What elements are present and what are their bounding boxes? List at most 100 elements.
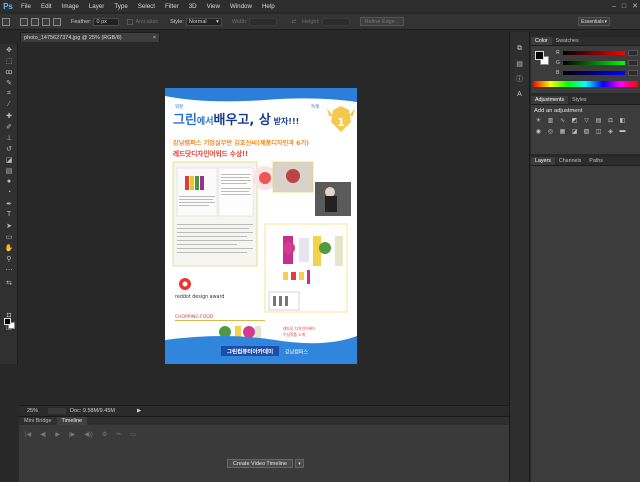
properties-panel-icon[interactable]: ▤ <box>514 59 526 69</box>
green-track[interactable] <box>563 61 625 65</box>
pen-tool-icon[interactable]: ✒ <box>0 198 18 209</box>
color-spectrum-bar[interactable] <box>533 81 638 87</box>
maximize-button[interactable]: □ <box>622 3 626 10</box>
menu-help[interactable]: Help <box>257 3 280 10</box>
zoom-level[interactable]: 25% <box>27 408 38 414</box>
red-value-box[interactable] <box>628 50 638 56</box>
menu-select[interactable]: Select <box>133 3 160 10</box>
menu-type[interactable]: Type <box>109 3 132 10</box>
hand-tool-icon[interactable]: ✋ <box>0 242 18 253</box>
menu-filter[interactable]: Filter <box>160 3 184 10</box>
photo-filter-icon[interactable]: ◉ <box>534 127 543 135</box>
blue-track[interactable] <box>563 71 625 75</box>
menu-image[interactable]: Image <box>57 3 84 10</box>
menu-view[interactable]: View <box>202 3 225 10</box>
transition-icon[interactable]: ▭ <box>130 431 136 438</box>
marquee-tool-icon[interactable]: ⬚ <box>0 55 18 66</box>
history-brush-icon[interactable]: ↺ <box>0 143 18 154</box>
previous-frame-icon[interactable]: ◀| <box>40 431 46 438</box>
clone-stamp-icon[interactable]: ⊥ <box>0 132 18 143</box>
swap-dimensions-icon[interactable]: ⇄ <box>291 19 296 25</box>
shape-tool-icon[interactable]: ▭ <box>0 231 18 242</box>
timeline-type-dropdown[interactable]: ▾ <box>295 459 304 468</box>
selective-color-icon[interactable]: ◈ <box>606 127 615 135</box>
more-tools-icon[interactable]: ⋯ <box>0 264 18 275</box>
close-tab-icon[interactable]: × <box>153 35 156 41</box>
red-track[interactable] <box>563 51 625 55</box>
vibrance-icon[interactable]: ▽ <box>582 116 591 124</box>
levels-icon[interactable]: ▥ <box>546 116 555 124</box>
style-select[interactable]: Normal ▾ <box>185 17 222 26</box>
tab-mini-bridge[interactable]: Mini Bridge <box>19 417 57 425</box>
healing-brush-icon[interactable]: ✚ <box>0 110 18 121</box>
tab-color[interactable]: Color <box>531 37 552 45</box>
eraser-tool-icon[interactable]: ◪ <box>0 154 18 165</box>
intersect-selection-icon[interactable] <box>53 17 61 26</box>
blue-value-box[interactable] <box>628 70 638 76</box>
subtract-selection-icon[interactable] <box>42 17 50 26</box>
move-tool-icon[interactable]: ✥ <box>0 44 18 55</box>
minimize-button[interactable]: – <box>612 3 616 10</box>
blur-tool-icon[interactable]: ● <box>0 176 18 187</box>
curves-icon[interactable]: ∿ <box>558 116 567 124</box>
tab-styles[interactable]: Styles <box>568 96 590 104</box>
green-slider[interactable]: G <box>556 59 640 67</box>
height-input[interactable] <box>321 17 350 26</box>
settings-icon[interactable]: ⚙ <box>102 431 107 438</box>
switch-colors-icon[interactable]: ⇆ <box>0 277 18 288</box>
status-menu-arrow-icon[interactable]: ▶ <box>137 408 141 414</box>
threshold-icon[interactable]: ◫ <box>594 127 603 135</box>
next-frame-icon[interactable]: |▶ <box>69 431 75 438</box>
go-to-first-frame-icon[interactable]: |◀ <box>25 431 31 438</box>
menu-layer[interactable]: Layer <box>84 3 109 10</box>
add-selection-icon[interactable] <box>31 17 39 26</box>
character-panel-icon[interactable]: A <box>514 89 526 99</box>
black-white-icon[interactable]: ◧ <box>618 116 627 124</box>
canvas-area[interactable]: 1 외판 특례 그린에서배우고, 상 받자!!! 강남캠퍼스 기업실무반 김호신… <box>19 42 509 404</box>
red-slider[interactable]: R <box>556 49 640 57</box>
invert-icon[interactable]: ◪ <box>570 127 579 135</box>
document-tab[interactable]: photo_1475627374.jpg @ 25% (RGB/8) × <box>20 32 160 42</box>
create-video-timeline-button[interactable]: Create Video Timeline <box>227 459 294 468</box>
brush-tool-icon[interactable]: ✐ <box>0 121 18 132</box>
tab-adjustments[interactable]: Adjustments <box>531 96 569 104</box>
type-tool-icon[interactable]: T <box>0 209 18 220</box>
feather-input[interactable]: 0 px <box>93 17 120 26</box>
menu-edit[interactable]: Edit <box>36 3 57 10</box>
antialias-checkbox[interactable] <box>127 18 134 25</box>
width-input[interactable] <box>249 17 278 26</box>
tab-timeline[interactable]: Timeline <box>56 417 88 425</box>
refine-edge-button[interactable]: Refine Edge... <box>359 17 405 26</box>
green-value-box[interactable] <box>628 60 638 66</box>
exposure-icon[interactable]: ◩ <box>570 116 579 124</box>
new-selection-icon[interactable] <box>20 17 28 26</box>
brightness-icon[interactable]: ☀ <box>534 116 543 124</box>
info-panel-icon[interactable]: ⓘ <box>514 74 526 84</box>
split-icon[interactable]: ✂ <box>116 431 121 438</box>
tab-channels[interactable]: Channels <box>555 157 585 165</box>
workspace-switcher[interactable]: Essentials ▾ <box>578 17 610 26</box>
marquee-preset-icon[interactable] <box>2 17 10 26</box>
crop-tool-icon[interactable]: ⌗ <box>0 88 18 99</box>
eyedropper-tool-icon[interactable]: ⁄ <box>0 99 18 110</box>
zoom-tool-icon[interactable]: ⚲ <box>0 253 18 264</box>
foreground-color-swatch[interactable] <box>4 318 11 325</box>
hue-saturation-icon[interactable]: ▤ <box>594 116 603 124</box>
blue-slider[interactable]: B <box>556 69 640 77</box>
tab-swatches[interactable]: Swatches <box>552 37 583 45</box>
tab-layers[interactable]: Layers <box>531 157 555 165</box>
play-icon[interactable]: ▶ <box>55 431 60 438</box>
menu-window[interactable]: Window <box>225 3 257 10</box>
color-fg-swatch[interactable] <box>535 51 544 60</box>
gradient-tool-icon[interactable]: ▤ <box>0 165 18 176</box>
close-window-button[interactable]: ✕ <box>632 2 638 10</box>
tab-paths[interactable]: Paths <box>585 157 607 165</box>
quick-select-tool-icon[interactable]: ✎ <box>0 77 18 88</box>
lasso-tool-icon[interactable]: ꝏ <box>0 66 18 77</box>
dodge-tool-icon[interactable]: ◔ <box>0 187 18 198</box>
color-balance-icon[interactable]: ⚖ <box>606 116 615 124</box>
menu-file[interactable]: File <box>16 3 36 10</box>
history-panel-icon[interactable]: ⧉ <box>514 44 526 54</box>
path-select-tool-icon[interactable]: ➤ <box>0 220 18 231</box>
menu-3d[interactable]: 3D <box>184 3 202 10</box>
